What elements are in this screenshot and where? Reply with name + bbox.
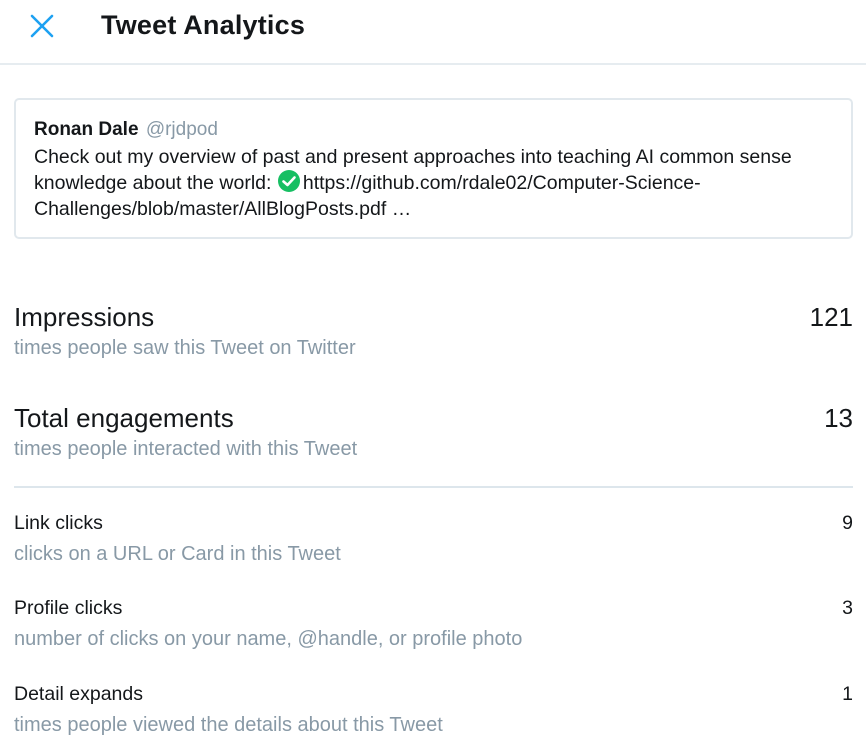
metric-value: 9 <box>842 512 853 534</box>
section-divider <box>14 486 853 488</box>
check-mark-icon <box>277 170 300 192</box>
metric-value: 121 <box>809 302 853 332</box>
page-title: Tweet Analytics <box>101 10 306 40</box>
metric-description: number of clicks on your name, @handle, … <box>14 628 523 650</box>
metric-impressions: Impressions 121 times people saw this Tw… <box>14 302 853 360</box>
tweet-text: Check out my overview of past and presen… <box>34 144 834 222</box>
close-button[interactable] <box>27 11 57 41</box>
tweet-author: Ronan Dale @rjdpod <box>34 118 833 142</box>
metric-detail-expands: Detail expands 1 times people viewed the… <box>14 683 853 737</box>
metric-profile-clicks: Profile clicks 3 number of clicks on you… <box>14 597 853 651</box>
metric-total-engagements: Total engagements 13 times people intera… <box>14 403 853 461</box>
metric-label: Link clicks <box>14 512 103 534</box>
metric-link-clicks: Link clicks 9 clicks on a URL or Card in… <box>14 512 853 566</box>
metric-description: times people saw this Tweet on Twitter <box>14 337 356 359</box>
modal-header: Tweet Analytics <box>0 0 866 65</box>
author-handle[interactable]: @rjdpod <box>146 119 218 140</box>
author-name[interactable]: Ronan Dale <box>34 119 139 140</box>
metric-label: Detail expands <box>14 683 143 705</box>
metric-description: times people interacted with this Tweet <box>14 438 358 460</box>
tweet-card[interactable]: Ronan Dale @rjdpod Check out my overview… <box>14 98 853 239</box>
metric-value: 1 <box>842 683 853 705</box>
metric-label: Total engagements <box>14 403 234 433</box>
metric-description: clicks on a URL or Card in this Tweet <box>14 543 341 565</box>
metric-label: Profile clicks <box>14 597 123 619</box>
metric-value: 3 <box>842 597 853 619</box>
close-icon <box>30 14 54 38</box>
metric-value: 13 <box>824 403 853 433</box>
metric-description: times people viewed the details about th… <box>14 714 443 736</box>
metric-label: Impressions <box>14 302 155 332</box>
